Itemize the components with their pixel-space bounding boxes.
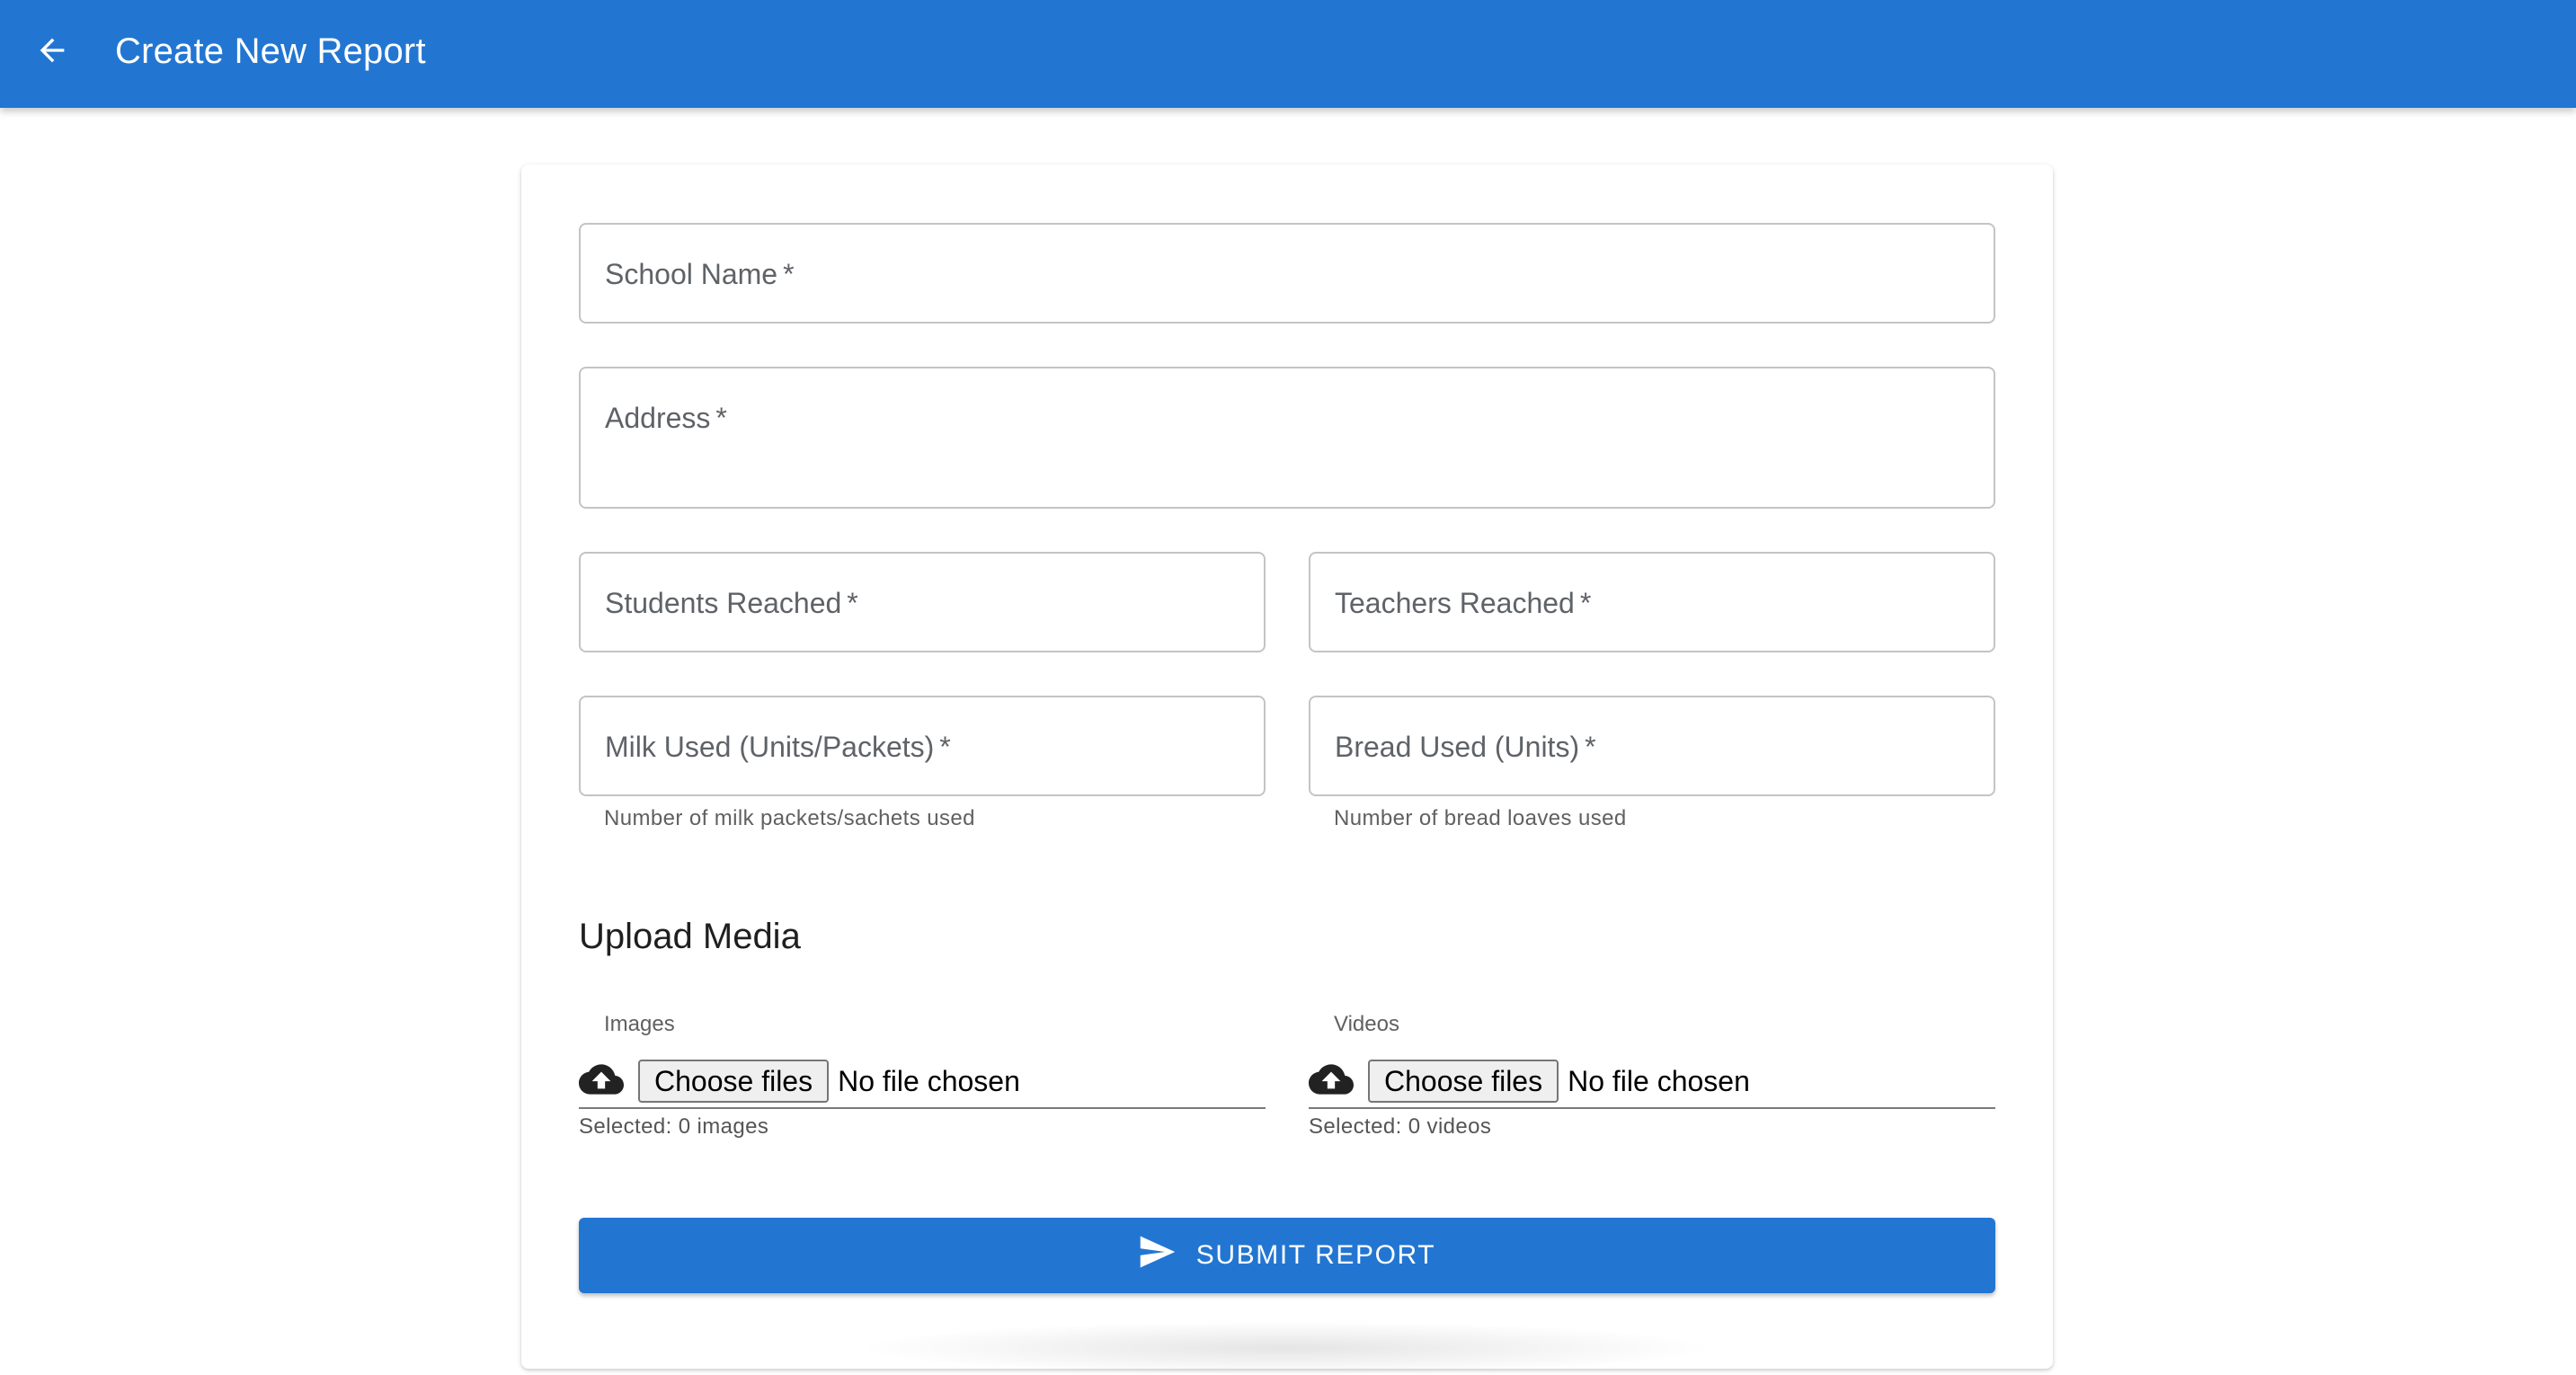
address-field[interactable]: Address * xyxy=(579,367,1995,509)
page-title: Create New Report xyxy=(115,31,426,71)
submit-report-button[interactable]: SUBMIT REPORT xyxy=(579,1218,1995,1293)
videos-selected-count: Selected: 0 videos xyxy=(1309,1114,1492,1139)
submit-report-label: SUBMIT REPORT xyxy=(1195,1240,1436,1270)
address-label: Address * xyxy=(605,402,727,434)
videos-file-status: No file chosen xyxy=(1568,1064,1750,1097)
bread-used-field[interactable]: Bread Used (Units) * xyxy=(1309,696,1995,796)
cloud-upload-icon xyxy=(579,1063,638,1099)
images-choose-files-button[interactable]: Choose files xyxy=(638,1060,830,1103)
school-name-label: School Name * xyxy=(605,258,795,290)
images-file-status: No file chosen xyxy=(838,1064,1020,1097)
images-selected-count: Selected: 0 images xyxy=(579,1114,769,1139)
cloud-upload-icon xyxy=(1309,1063,1368,1099)
send-icon xyxy=(1139,1236,1196,1275)
videos-choose-files-button[interactable]: Choose files xyxy=(1368,1060,1559,1103)
students-reached-field[interactable]: Students Reached * xyxy=(579,552,1266,652)
videos-upload-input[interactable]: Choose files No file chosen xyxy=(1309,1055,1995,1109)
teachers-reached-field[interactable]: Teachers Reached * xyxy=(1309,552,1995,652)
back-button[interactable] xyxy=(27,27,77,77)
decorative-shadow xyxy=(854,1321,1717,1375)
app-bar: Create New Report xyxy=(0,0,2576,108)
bread-used-helper-text: Number of bread loaves used xyxy=(1334,806,1627,830)
teachers-reached-label: Teachers Reached * xyxy=(1335,587,1592,619)
images-label: Images xyxy=(604,1012,675,1036)
upload-media-heading: Upload Media xyxy=(579,917,801,956)
arrow-left-icon xyxy=(34,32,70,73)
students-reached-label: Students Reached * xyxy=(605,587,858,619)
videos-label: Videos xyxy=(1334,1012,1399,1036)
bread-used-label: Bread Used (Units) * xyxy=(1335,731,1596,763)
milk-used-label: Milk Used (Units/Packets) * xyxy=(605,731,951,763)
milk-used-helper-text: Number of milk packets/sachets used xyxy=(604,806,975,830)
school-name-field[interactable]: School Name * xyxy=(579,223,1995,324)
images-upload-input[interactable]: Choose files No file chosen xyxy=(579,1055,1266,1109)
milk-used-field[interactable]: Milk Used (Units/Packets) * xyxy=(579,696,1266,796)
